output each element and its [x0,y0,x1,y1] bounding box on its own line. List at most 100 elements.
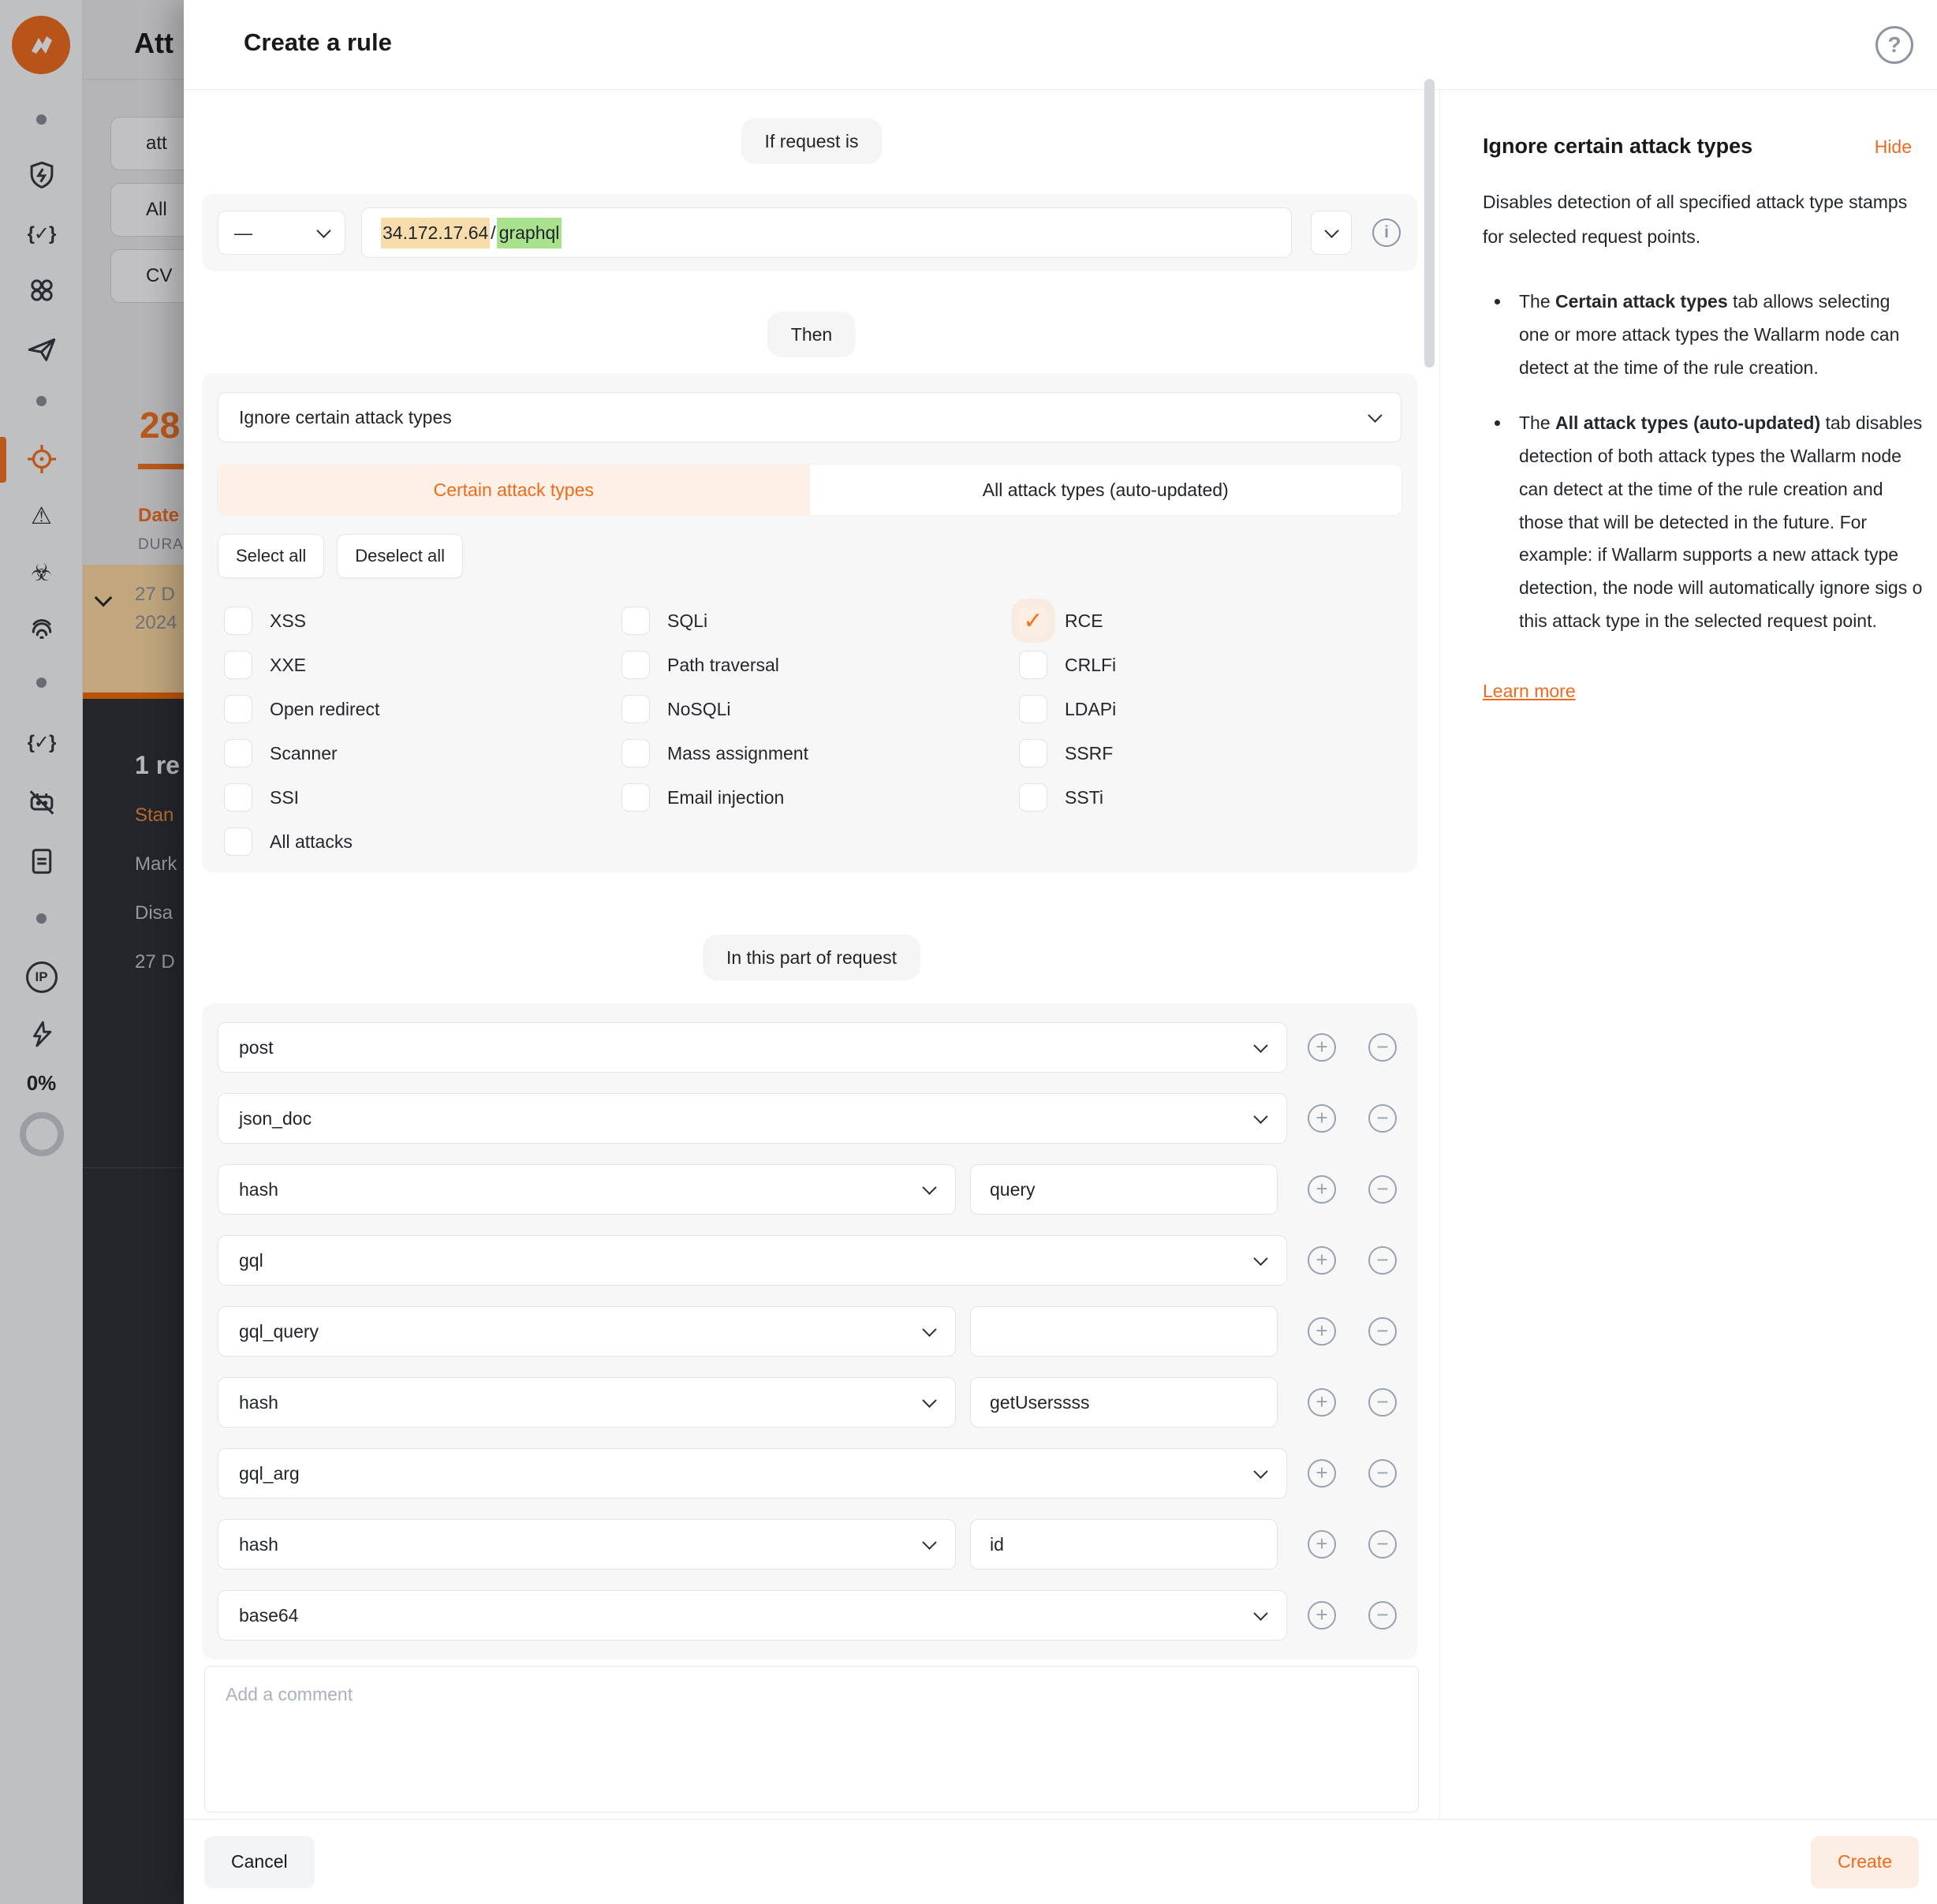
attack-type-option[interactable]: SSTi [1019,783,1116,812]
ip-token: 34.172.17.64 [381,218,490,248]
chevron-down-icon [1253,1606,1267,1620]
add-row-button[interactable]: + [1308,1459,1336,1488]
chevron-down-icon [1253,1464,1267,1478]
hide-link[interactable]: Hide [1875,136,1912,158]
add-row-button[interactable]: + [1308,1246,1336,1275]
attack-type-option[interactable]: SQLi [621,607,808,635]
tab-all-attack-types[interactable]: All attack types (auto-updated) [810,465,1402,515]
checkbox[interactable] [224,651,252,679]
attack-type-option[interactable]: All attacks [224,827,379,856]
request-part-select[interactable]: hash [218,1377,956,1428]
checkbox-checked[interactable]: ✓ [1019,607,1047,635]
remove-row-button[interactable]: − [1368,1601,1397,1630]
add-row-button[interactable]: + [1308,1388,1336,1417]
remove-row-button[interactable]: − [1368,1317,1397,1346]
checkbox[interactable] [1019,695,1047,723]
request-part-value-input[interactable]: query [970,1164,1278,1215]
add-row-button[interactable]: + [1308,1104,1336,1133]
remove-row-button[interactable]: − [1368,1175,1397,1204]
attack-type-option[interactable]: Path traversal [621,651,808,679]
cancel-button[interactable]: Cancel [204,1836,315,1888]
attack-type-option[interactable]: Mass assignment [621,739,808,767]
checkbox[interactable] [1019,739,1047,767]
request-part-section: post+−json_doc+−hashquery+−gql+−gql_quer… [202,1003,1417,1659]
comment-textarea[interactable] [204,1666,1419,1813]
scrollbar[interactable] [1424,79,1435,368]
checkbox[interactable] [621,651,650,679]
deselect-all-button[interactable]: Deselect all [337,534,463,578]
chevron-down-icon [922,1393,936,1407]
attack-type-option[interactable]: NoSQLi [621,695,808,723]
add-row-button[interactable]: + [1308,1033,1336,1062]
checkbox[interactable] [621,607,650,635]
request-part-row: json_doc + − [218,1093,1401,1144]
attack-type-grid: XSS XXE Open redirect Scanner SSI All attacks… [218,607,1401,867]
rule-type-select[interactable]: Ignore certain attack types [218,392,1401,442]
remove-row-button[interactable]: − [1368,1104,1397,1133]
request-part-value-input[interactable]: getUserssss [970,1377,1278,1428]
checkbox[interactable] [224,695,252,723]
add-row-button[interactable]: + [1308,1317,1336,1346]
attack-type-option[interactable]: Scanner [224,739,379,767]
attack-type-option[interactable]: XSS [224,607,379,635]
help-icon[interactable]: ? [1875,26,1913,64]
uri-dropdown-button[interactable] [1311,211,1352,255]
attack-type-option[interactable]: SSRF [1019,739,1116,767]
request-part-row: gql_query + − [218,1306,1401,1357]
request-part-value-input[interactable]: id [970,1519,1278,1570]
attack-type-option[interactable]: LDAPi [1019,695,1116,723]
checkbox[interactable] [621,695,650,723]
modal-title: Create a rule [244,28,392,57]
then-pill: Then [767,312,856,357]
add-row-button[interactable]: + [1308,1530,1336,1559]
part-of-request-pill: In this part of request [703,935,920,980]
create-button[interactable]: Create [1811,1836,1919,1888]
request-part-select[interactable]: base64 [218,1590,1287,1641]
attack-type-label: SSI [270,787,299,808]
checkbox[interactable] [224,739,252,767]
checkbox[interactable] [224,607,252,635]
attack-type-option[interactable]: Open redirect [224,695,379,723]
uri-input[interactable]: 34.172.17.64/graphql [361,207,1292,258]
checkbox[interactable] [224,783,252,812]
select-all-button[interactable]: Select all [218,534,324,578]
path-token: graphql [497,218,562,248]
checkbox[interactable] [621,739,650,767]
condition-operator-select[interactable]: — [218,211,345,255]
request-part-select[interactable]: hash [218,1519,956,1570]
remove-row-button[interactable]: − [1368,1530,1397,1559]
request-part-select[interactable]: hash [218,1164,956,1215]
tab-certain-attack-types[interactable]: Certain attack types [218,465,810,515]
attack-type-label: LDAPi [1065,699,1116,720]
checkbox[interactable] [1019,651,1047,679]
request-part-select[interactable]: post [218,1022,1287,1073]
remove-row-button[interactable]: − [1368,1388,1397,1417]
remove-row-button[interactable]: − [1368,1246,1397,1275]
remove-row-button[interactable]: − [1368,1033,1397,1062]
attack-type-option[interactable]: Email injection [621,783,808,812]
chevron-down-icon [922,1535,936,1549]
request-part-select[interactable]: gql_query [218,1306,956,1357]
request-part-select[interactable]: json_doc [218,1093,1287,1144]
request-part-select[interactable]: gql [218,1235,1287,1286]
attack-type-label: Path traversal [667,655,779,676]
attack-type-option[interactable]: ✓RCE [1019,607,1116,635]
info-icon[interactable]: i [1372,218,1401,247]
add-row-button[interactable]: + [1308,1601,1336,1630]
attack-type-label: SSRF [1065,743,1113,764]
remove-row-button[interactable]: − [1368,1459,1397,1488]
attack-type-label: All attacks [270,831,353,853]
request-part-select[interactable]: gql_arg [218,1448,1287,1499]
checkbox[interactable] [1019,783,1047,812]
request-part-value-input[interactable] [970,1306,1278,1357]
learn-more-link[interactable]: Learn more [1483,681,1576,702]
request-part-row: post + − [218,1022,1401,1073]
action-section: Ignore certain attack types Certain atta… [202,373,1417,872]
attack-type-option[interactable]: XXE [224,651,379,679]
attack-type-option[interactable]: CRLFi [1019,651,1116,679]
help-bullet-2: The All attack types (auto-updated) tab … [1511,407,1924,638]
attack-type-option[interactable]: SSI [224,783,379,812]
checkbox[interactable] [621,783,650,812]
add-row-button[interactable]: + [1308,1175,1336,1204]
checkbox[interactable] [224,827,252,856]
